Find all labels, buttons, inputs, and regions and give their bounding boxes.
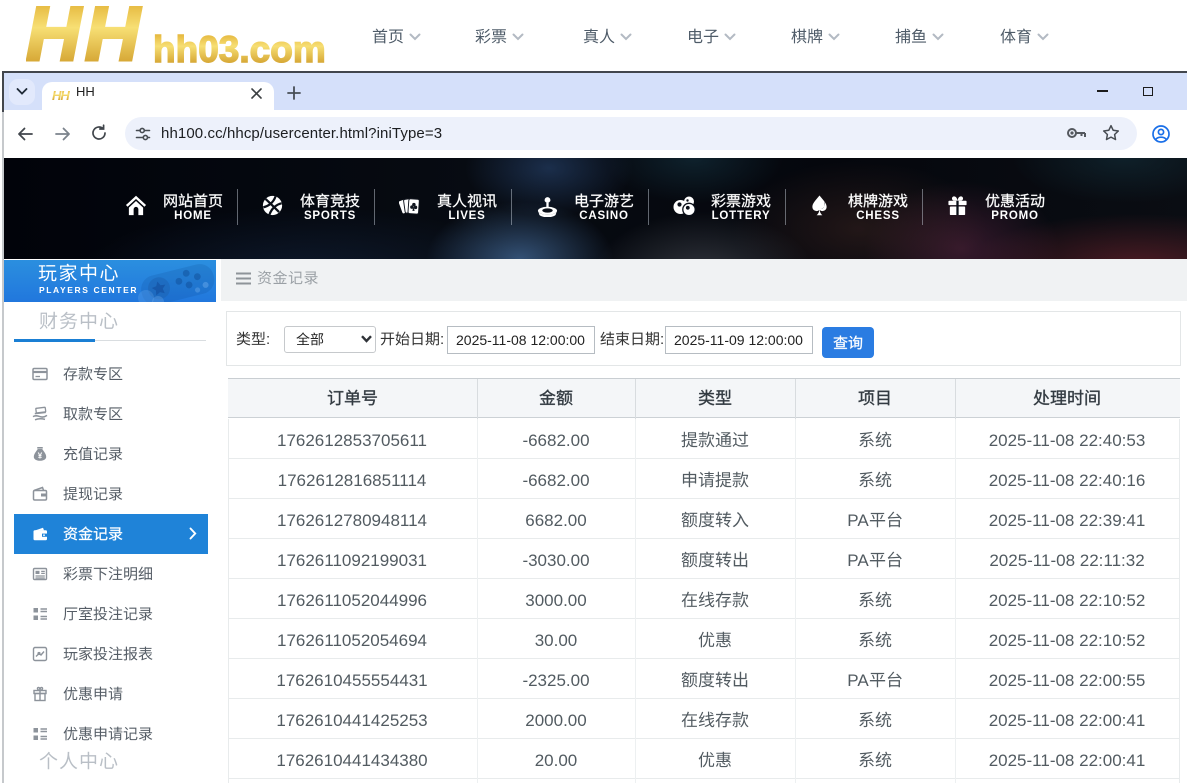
- svg-text:¥: ¥: [38, 451, 43, 460]
- svg-text:HH: HH: [26, 0, 144, 71]
- svg-text:hh03.com: hh03.com: [153, 29, 326, 70]
- svg-text:HH: HH: [52, 88, 70, 103]
